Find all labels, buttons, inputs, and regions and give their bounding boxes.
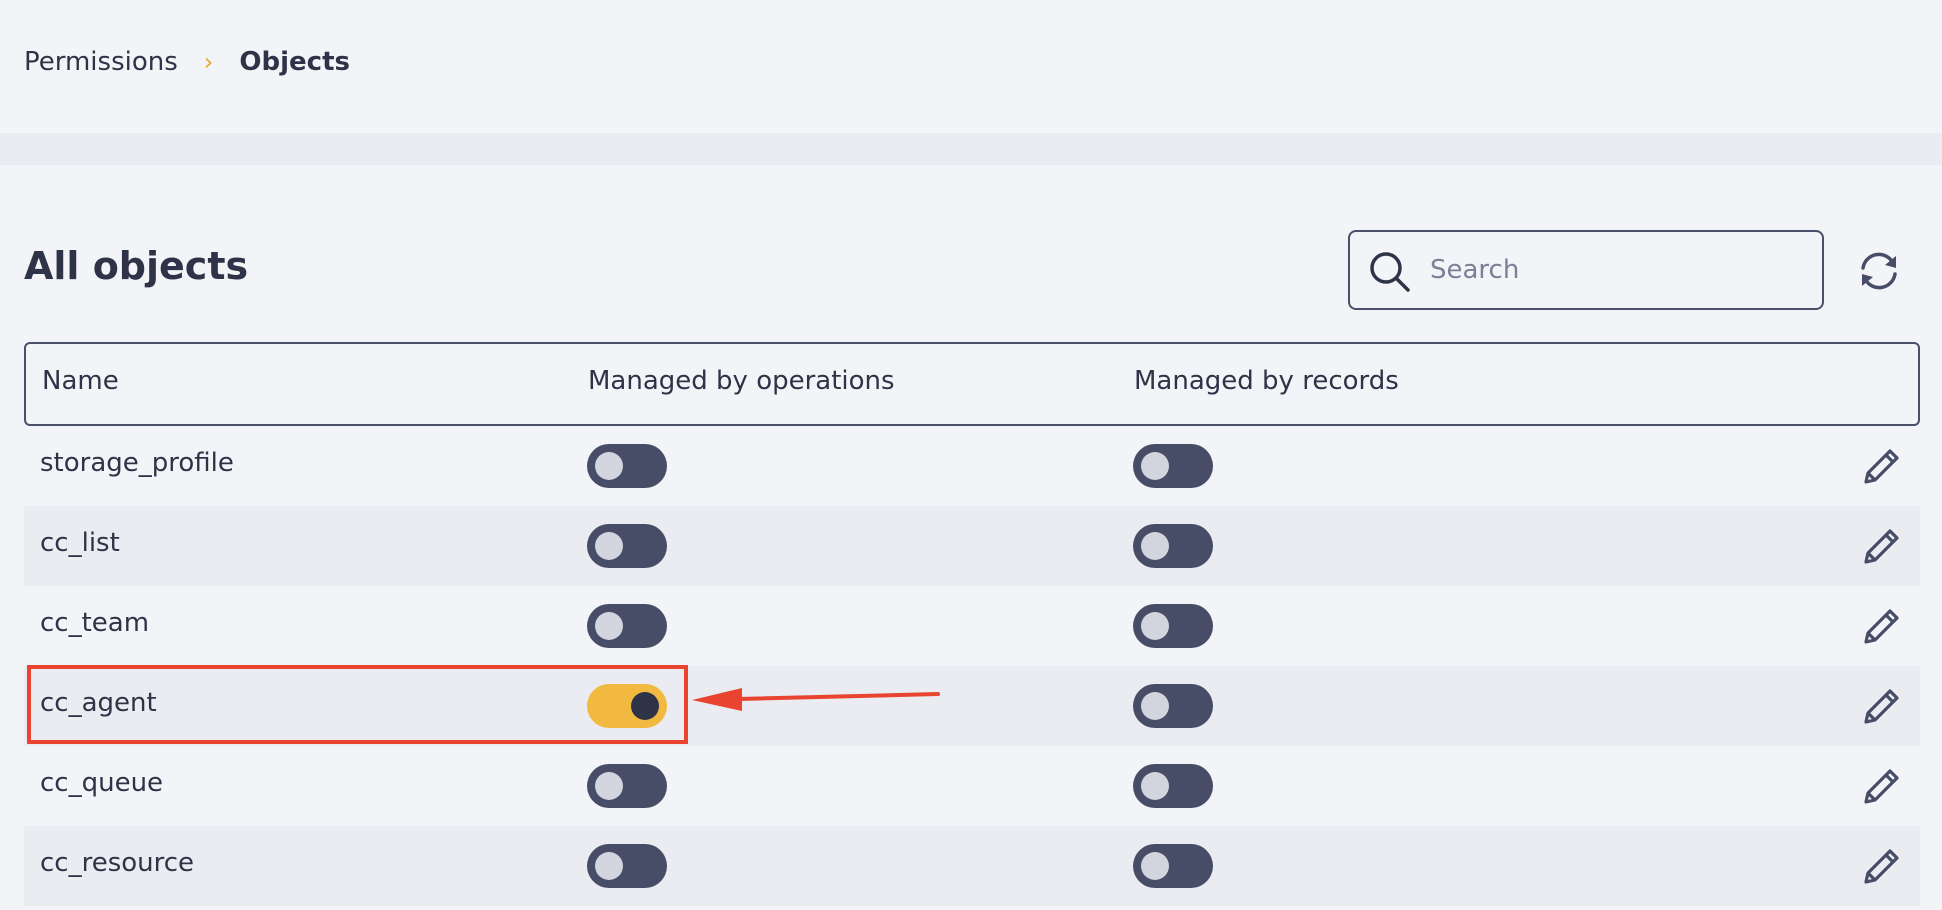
page-title: All objects [24, 244, 249, 288]
refresh-button[interactable] [1854, 246, 1904, 296]
breadcrumb-current: Objects [239, 47, 350, 77]
pencil-icon [1864, 609, 1899, 644]
toggle-knob [631, 692, 659, 720]
object-name: cc_resource [40, 848, 195, 878]
edit-button[interactable] [1858, 442, 1906, 490]
table-row: cc_list [24, 506, 1920, 586]
table-row: cc_team [24, 586, 1920, 666]
pencil-icon [1864, 849, 1899, 884]
managed-by-records-toggle[interactable] [1133, 524, 1213, 568]
table-body: storage_profile cc_list cc_team cc_agent cc_… [24, 426, 1920, 906]
object-name: cc_queue [40, 768, 164, 798]
breadcrumb-separator-icon: › [203, 48, 214, 76]
column-header-managed-by-records: Managed by records [1134, 366, 1399, 396]
toggle-knob [595, 532, 623, 560]
pencil-icon [1864, 689, 1899, 724]
managed-by-operations-toggle[interactable] [587, 844, 667, 888]
pencil-icon [1864, 529, 1899, 564]
toggle-knob [1141, 692, 1169, 720]
object-name: cc_agent [40, 688, 157, 718]
object-name: cc_team [40, 608, 150, 638]
edit-button[interactable] [1858, 842, 1906, 890]
table-row: storage_profile [24, 426, 1920, 506]
managed-by-operations-toggle[interactable] [587, 764, 667, 808]
toggle-knob [1141, 772, 1169, 800]
search-icon [1370, 252, 1410, 292]
toggle-knob [1141, 532, 1169, 560]
toggle-knob [595, 612, 623, 640]
toggle-knob [1141, 452, 1169, 480]
refresh-icon [1861, 252, 1897, 290]
managed-by-operations-toggle[interactable] [587, 524, 667, 568]
search-box[interactable] [1348, 230, 1824, 310]
edit-button[interactable] [1858, 522, 1906, 570]
managed-by-records-toggle[interactable] [1133, 764, 1213, 808]
edit-button[interactable] [1858, 602, 1906, 650]
toggle-knob [595, 772, 623, 800]
managed-by-operations-toggle[interactable] [587, 604, 667, 648]
table-row: cc_queue [24, 746, 1920, 826]
objects-table: Name Managed by operations Managed by re… [24, 342, 1920, 906]
search-input[interactable] [1430, 244, 1810, 296]
toggle-knob [595, 852, 623, 880]
column-header-name: Name [42, 366, 119, 396]
page: Permissions › Objects All objects Name M… [0, 0, 1942, 910]
pencil-icon [1864, 449, 1899, 484]
pencil-icon [1864, 769, 1899, 804]
managed-by-records-toggle[interactable] [1133, 684, 1213, 728]
object-name: cc_list [40, 528, 120, 558]
managed-by-records-toggle[interactable] [1133, 844, 1213, 888]
toggle-knob [1141, 612, 1169, 640]
managed-by-operations-toggle[interactable] [587, 444, 667, 488]
edit-button[interactable] [1858, 762, 1906, 810]
table-row: cc_agent [24, 666, 1920, 746]
divider-band [0, 133, 1942, 165]
column-header-managed-by-operations: Managed by operations [588, 366, 895, 396]
managed-by-records-toggle[interactable] [1133, 604, 1213, 648]
object-name: storage_profile [40, 448, 234, 478]
toggle-knob [595, 452, 623, 480]
edit-button[interactable] [1858, 682, 1906, 730]
managed-by-operations-toggle[interactable] [587, 684, 667, 728]
toggle-knob [1141, 852, 1169, 880]
table-row: cc_resource [24, 826, 1920, 906]
managed-by-records-toggle[interactable] [1133, 444, 1213, 488]
breadcrumb: Permissions › Objects [24, 44, 350, 80]
table-header: Name Managed by operations Managed by re… [24, 342, 1920, 426]
breadcrumb-permissions-link[interactable]: Permissions [24, 47, 178, 77]
